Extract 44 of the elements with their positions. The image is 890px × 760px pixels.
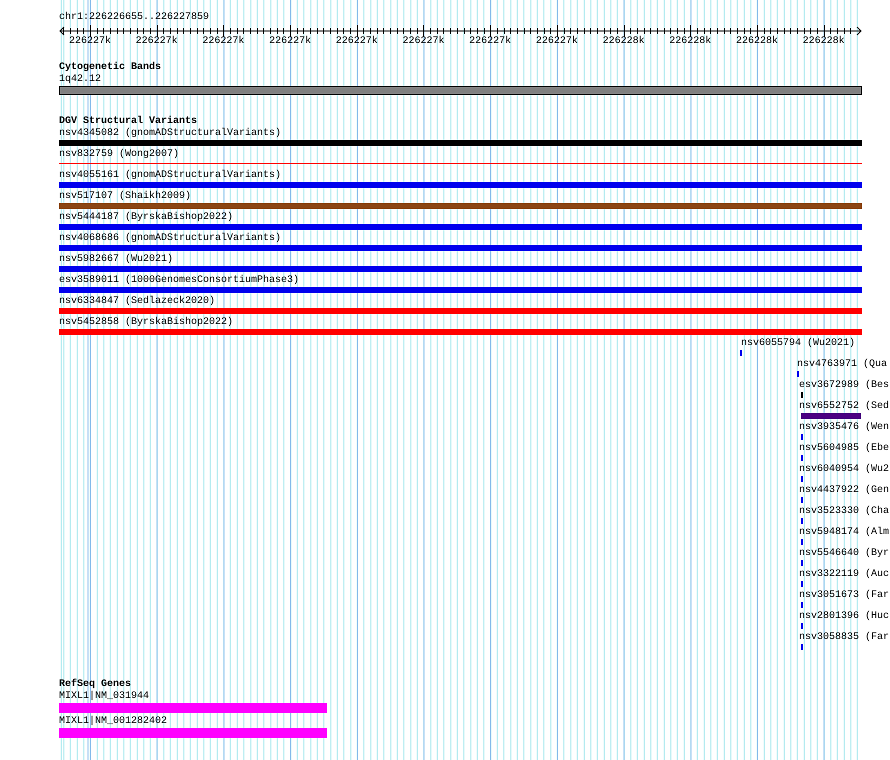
feature-label: esv3672989 (Bes [799, 380, 890, 391]
feature-label: nsv6334847 (Sedlazeck2020) [59, 296, 216, 307]
feature-label: nsv3322119 (Auc [799, 569, 890, 580]
feature-label: nsv5604985 (Ebe [799, 443, 890, 454]
ruler-label: 226228k [802, 37, 845, 47]
feature-label: nsv832759 (Wong2007) [59, 149, 180, 160]
feature-label: nsv3058835 (Far [799, 632, 890, 643]
region-title: chr1:226226655..226227859 [59, 12, 210, 24]
feature-label: nsv4345082 (gnomADStructuralVariants) [59, 128, 282, 139]
track-title: DGV Structural Variants [59, 116, 198, 128]
ruler-label: 226227k [69, 37, 111, 47]
ruler-label: 226227k [536, 37, 578, 47]
feature-label: nsv517107 (Shaikh2009) [59, 191, 192, 202]
feature-label: nsv6040954 (Wu2 [799, 464, 890, 475]
feature-label: nsv6552752 (Sed [799, 401, 890, 412]
ruler-label: 226228k [736, 37, 778, 47]
ruler-label: 226227k [269, 37, 312, 47]
ruler-label: 226227k [202, 37, 244, 47]
feature-label: MIXL1|NM_001282402 [59, 716, 168, 727]
ruler-label: 226228k [669, 37, 712, 47]
feature-label: nsv5444187 (ByrskaBishop2022) [59, 212, 234, 223]
feature-label: nsv4763971 (Qua [797, 359, 888, 370]
feature-label: nsv4055161 (gnomADStructuralVariants) [59, 170, 282, 181]
feature-label: nsv4068686 (gnomADStructuralVariants) [59, 233, 282, 244]
ruler-label: 226227k [402, 37, 444, 47]
ruler-label: 226227k [336, 37, 378, 47]
feature-label: nsv3051673 (Far [799, 590, 890, 601]
feature-label: nsv3935476 (Wen [799, 422, 890, 433]
ruler-label: 226228k [602, 37, 645, 47]
track-title: RefSeq Genes [59, 679, 132, 690]
feature-label: nsv5546640 (Byr [799, 548, 890, 559]
feature-label: 1q42.12 [59, 74, 102, 85]
feature-label: nsv2801396 (Huc [799, 611, 890, 622]
feature-label: MIXL1|NM_031944 [59, 691, 150, 702]
track-title: Cytogenetic Bands [59, 62, 162, 74]
ruler-label: 226227k [136, 37, 178, 47]
feature-label: nsv5982667 (Wu2021) [59, 254, 174, 265]
feature-label: nsv5452858 (ByrskaBishop2022) [59, 317, 234, 328]
feature-label: nsv6055794 (Wu2021) [741, 338, 856, 349]
feature-label: nsv3523330 (Cha [799, 506, 890, 517]
feature-label: nsv5948174 (Alm [799, 527, 890, 538]
feature-label: nsv4437922 (Gen [799, 485, 890, 496]
ruler-label: 226227k [469, 37, 512, 47]
feature-label: esv3589011 (1000GenomesConsortiumPhase3) [59, 275, 300, 286]
